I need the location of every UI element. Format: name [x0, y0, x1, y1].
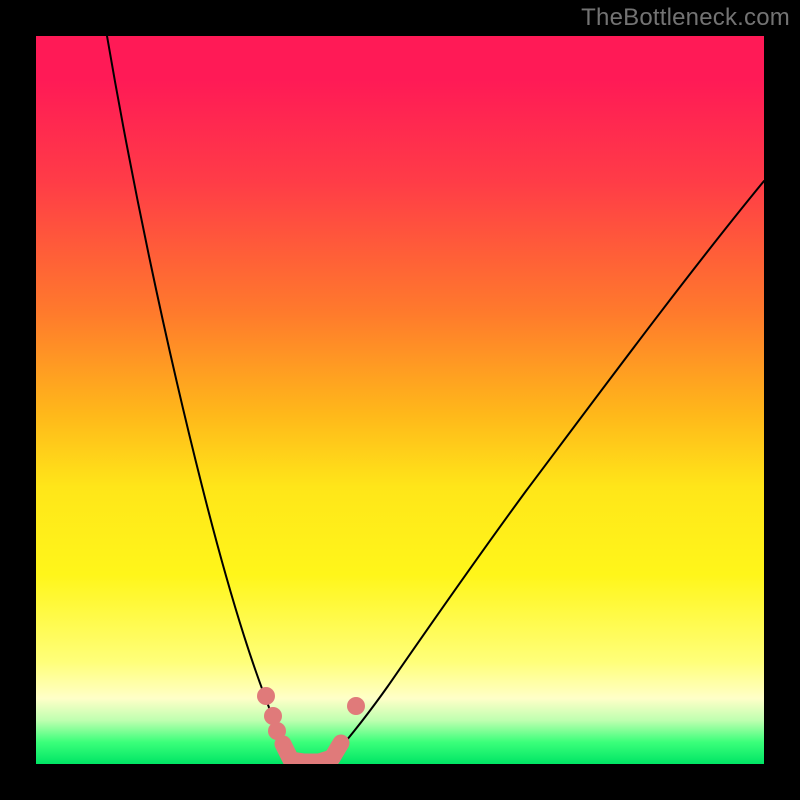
left-curve: [107, 36, 291, 761]
marker-floor: [283, 743, 341, 762]
watermark-text: TheBottleneck.com: [581, 4, 790, 32]
curve-layer: [36, 36, 764, 764]
marker-dot: [257, 687, 275, 705]
right-curve: [330, 181, 764, 760]
plot-area: [36, 36, 764, 764]
marker-dot: [268, 722, 286, 740]
marker-dot: [347, 697, 365, 715]
chart-frame: TheBottleneck.com: [0, 0, 800, 800]
